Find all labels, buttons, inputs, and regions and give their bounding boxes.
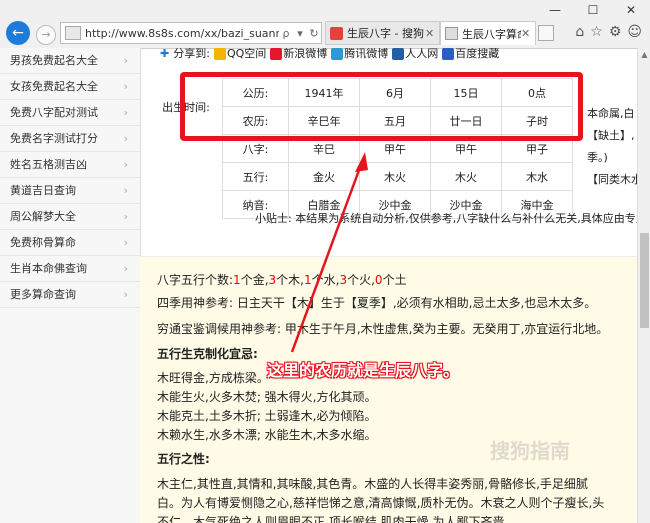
annotation-text: 这里的农历就是生辰八字。 (267, 361, 460, 380)
arrow-head-icon (355, 152, 368, 172)
watermark: 搜狗指南 (490, 439, 570, 463)
arrow-line (290, 161, 364, 353)
